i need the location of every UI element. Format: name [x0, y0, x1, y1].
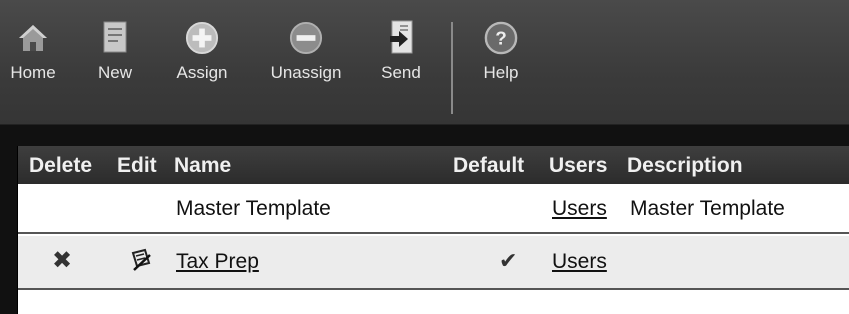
help-label: Help — [483, 63, 519, 82]
templates-table: Delete Edit Name Default Users Descripti… — [17, 146, 849, 314]
column-header-users: Users — [549, 154, 608, 177]
new-document-icon — [98, 18, 132, 58]
column-header-name: Name — [174, 154, 232, 177]
default-checkmark-icon: ✔ — [499, 248, 518, 273]
assign-label: Assign — [176, 63, 228, 82]
assign-button[interactable]: Assign — [166, 18, 238, 93]
toolbar: Home New Assign Unassign Send ? Help — [0, 0, 849, 125]
column-header-delete: Delete — [29, 154, 93, 177]
send-label: Send — [381, 63, 421, 82]
unassign-label: Unassign — [270, 63, 342, 82]
help-question-icon: ? — [484, 18, 518, 58]
minus-circle-icon — [289, 18, 323, 58]
column-header-edit: Edit — [117, 154, 157, 177]
column-header-description: Description — [627, 154, 743, 177]
delete-icon[interactable]: ✖ — [52, 246, 72, 275]
template-name-link[interactable]: Tax Prep — [176, 250, 259, 274]
users-link[interactable]: Users — [552, 197, 607, 221]
send-document-icon — [384, 18, 418, 58]
template-description: Master Template — [630, 197, 785, 220]
home-icon — [16, 18, 50, 58]
new-button[interactable]: New — [91, 18, 139, 93]
unassign-button[interactable]: Unassign — [262, 18, 350, 93]
plus-circle-icon — [185, 18, 219, 58]
new-label: New — [97, 63, 132, 82]
home-label: Home — [10, 63, 56, 82]
table-row: ✖ Tax Prep ✔ Users — [18, 236, 849, 290]
users-link[interactable]: Users — [552, 250, 607, 274]
table-header: Delete Edit Name Default Users Descripti… — [18, 146, 849, 184]
toolbar-separator — [451, 22, 453, 114]
edit-icon[interactable] — [128, 247, 154, 279]
table-row: Master Template Users Master Template — [18, 186, 849, 234]
home-button[interactable]: Home — [2, 18, 64, 93]
help-button[interactable]: ? Help — [476, 18, 526, 93]
column-header-default: Default — [453, 154, 525, 177]
send-button[interactable]: Send — [375, 18, 427, 93]
svg-text:?: ? — [495, 29, 507, 50]
template-name: Master Template — [176, 197, 331, 220]
